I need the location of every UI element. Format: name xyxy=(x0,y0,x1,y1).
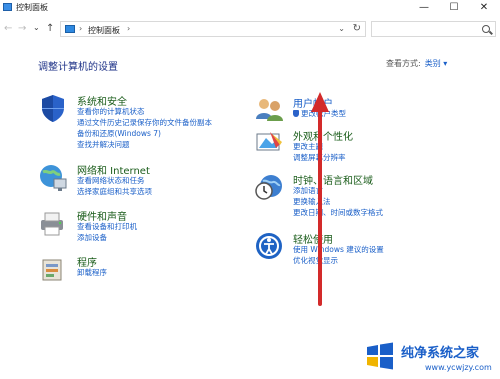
link[interactable]: 查看网络状态和任务 xyxy=(77,175,145,186)
link[interactable]: 卸载程序 xyxy=(77,267,107,278)
link[interactable]: 通过文件历史记录保存你的文件备份副本 xyxy=(77,117,212,128)
link[interactable]: 添加设备 xyxy=(77,232,107,243)
ease-of-access-icon[interactable] xyxy=(254,231,284,261)
users-icon[interactable] xyxy=(254,95,284,125)
shield-icon[interactable] xyxy=(38,93,68,123)
minimize-button[interactable]: — xyxy=(410,1,438,14)
close-button[interactable]: ✕ xyxy=(470,1,498,14)
search-icon[interactable] xyxy=(482,25,490,33)
breadcrumb[interactable]: 控制面板 xyxy=(88,25,120,36)
view-by-select[interactable]: 类别 ▾ xyxy=(425,59,448,68)
programs-icon[interactable] xyxy=(38,254,68,284)
watermark: 纯净系统之家 www.ycwjzy.com xyxy=(363,336,500,379)
annotation-arrow-shaft xyxy=(318,110,322,306)
uac-shield-icon xyxy=(293,110,299,117)
forward-button[interactable]: → xyxy=(18,23,26,34)
watermark-text: 纯净系统之家 xyxy=(401,346,480,361)
annotation-arrow-head xyxy=(311,92,329,112)
path-separator: › xyxy=(79,24,83,33)
search-input[interactable] xyxy=(371,21,496,37)
link[interactable]: 查看你的计算机状态 xyxy=(77,106,145,117)
back-button[interactable]: ← xyxy=(4,23,12,34)
link[interactable]: 更换输入法 xyxy=(293,196,331,207)
view-by-label: 查看方式: xyxy=(386,59,421,68)
link[interactable]: 更改日期、时间或数字格式 xyxy=(293,207,383,218)
address-dropdown[interactable]: ⌄ xyxy=(338,24,345,33)
link[interactable]: 查看设备和打印机 xyxy=(77,221,137,232)
maximize-button[interactable]: ☐ xyxy=(440,1,468,14)
view-by: 查看方式: 类别 ▾ xyxy=(386,58,447,69)
link[interactable]: 优化视觉显示 xyxy=(293,255,338,266)
link[interactable]: 备份和还原(Windows 7) xyxy=(77,128,161,139)
recent-locations-dropdown[interactable]: ⌄ xyxy=(33,23,40,32)
up-button[interactable]: ↑ xyxy=(46,23,54,34)
network-icon[interactable] xyxy=(38,162,68,192)
address-bar[interactable]: › 控制面板 › ⌄ ↻ xyxy=(60,21,366,37)
watermark-url: www.ycwjzy.com xyxy=(425,363,492,372)
navigation-bar: ← → ⌄ ↑ › 控制面板 › ⌄ ↻ xyxy=(0,20,500,38)
windows-logo-icon xyxy=(367,342,393,370)
appearance-icon[interactable] xyxy=(254,128,284,158)
link[interactable]: 选择家庭组和共享选项 xyxy=(77,186,152,197)
control-panel-icon xyxy=(3,3,12,11)
window-title: 控制面板 xyxy=(16,3,48,12)
path-separator[interactable]: › xyxy=(127,24,130,33)
printer-icon[interactable] xyxy=(38,208,68,238)
link[interactable]: 查找并解决问题 xyxy=(77,139,130,150)
clock-globe-icon[interactable] xyxy=(254,172,284,202)
link[interactable]: 使用 Windows 建议的设置 xyxy=(293,244,384,255)
refresh-icon[interactable]: ↻ xyxy=(353,23,361,34)
title-bar: 控制面板 — ☐ ✕ xyxy=(0,0,500,15)
page-title: 调整计算机的设置 xyxy=(38,62,118,73)
control-panel-icon xyxy=(65,25,75,33)
